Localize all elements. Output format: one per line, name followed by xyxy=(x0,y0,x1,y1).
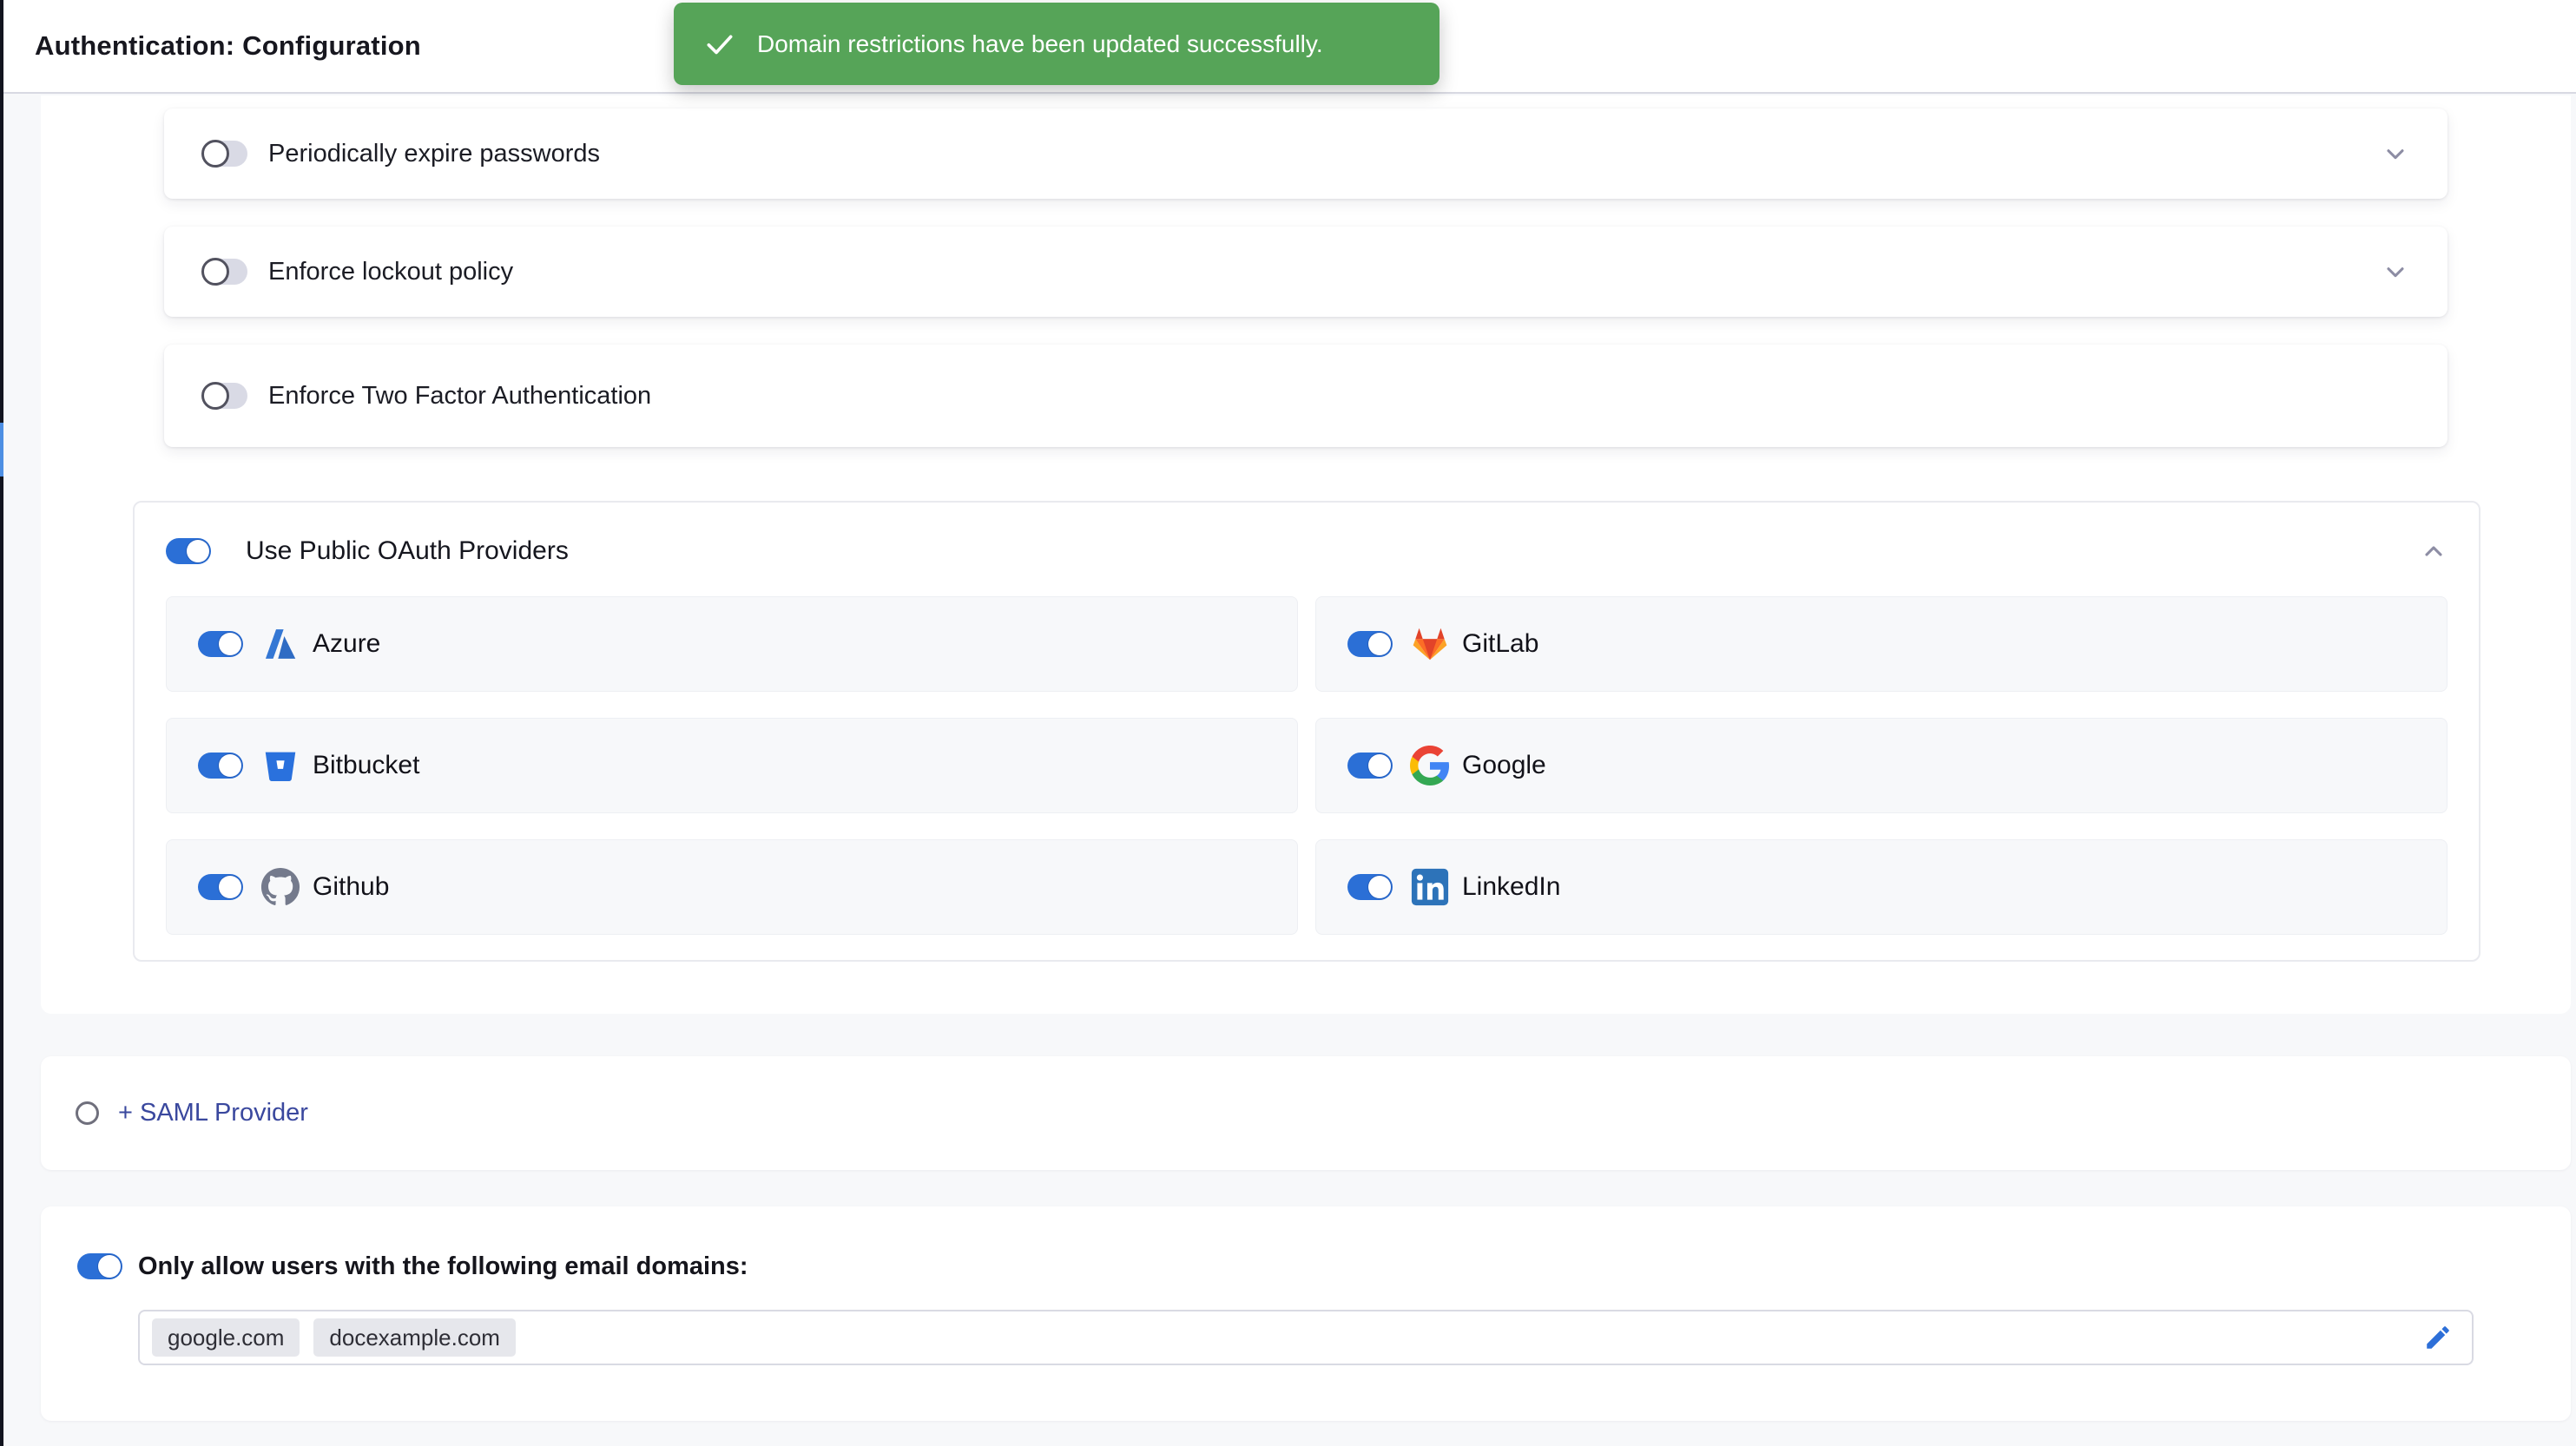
email-domains-label: Only allow users with the following emai… xyxy=(138,1252,748,1281)
chevron-down-icon[interactable] xyxy=(2382,258,2409,286)
toggle-knob xyxy=(219,633,241,655)
provider-name: LinkedIn xyxy=(1462,872,1560,902)
toast-message: Domain restrictions have been updated su… xyxy=(757,30,1323,58)
toggle-knob xyxy=(98,1255,121,1278)
chevron-down-icon[interactable] xyxy=(2382,140,2409,168)
provider-name: Azure xyxy=(313,629,380,659)
oauth-providers-grid: Azure GitLab Bitbucket Google Github Lin… xyxy=(166,596,2448,935)
add-saml-provider-link[interactable]: + SAML Provider xyxy=(118,1099,308,1127)
toggle-knob xyxy=(1368,633,1391,655)
toggle-knob xyxy=(201,258,229,286)
enforce-two-factor-authentication-toggle[interactable] xyxy=(202,383,247,409)
provider-name: Bitbucket xyxy=(313,751,419,780)
auth-settings-panel: Periodically expire passwords Enforce lo… xyxy=(41,95,2571,1014)
linkedin-toggle[interactable] xyxy=(1347,874,1393,900)
policy-card-enforce-lockout-policy: Enforce lockout policy xyxy=(164,227,2448,317)
periodically-expire-passwords-toggle[interactable] xyxy=(202,141,247,167)
enforce-lockout-policy-toggle[interactable] xyxy=(202,259,247,285)
azure-icon xyxy=(260,624,300,664)
linkedin-icon xyxy=(1410,867,1450,907)
toggle-knob xyxy=(201,140,229,168)
toggle-knob xyxy=(1368,754,1391,777)
authentication-configuration-page: Authentication: Configuration Domain res… xyxy=(0,0,2576,1446)
toggle-knob xyxy=(201,382,229,410)
oauth-providers-section: Use Public OAuth Providers Azure GitLab … xyxy=(133,501,2480,962)
provider-name: GitLab xyxy=(1462,629,1538,659)
domain-tag: docexample.com xyxy=(313,1318,516,1357)
toggle-knob xyxy=(219,876,241,898)
provider-row-azure: Azure xyxy=(166,596,1298,692)
provider-row-gitlab: GitLab xyxy=(1315,596,2448,692)
oauth-section-label: Use Public OAuth Providers xyxy=(246,536,569,566)
policy-label: Enforce Two Factor Authentication xyxy=(268,382,651,411)
toggle-knob xyxy=(1368,876,1391,898)
provider-name: Github xyxy=(313,872,389,902)
provider-name: Google xyxy=(1462,751,1546,780)
toggle-knob xyxy=(219,754,241,777)
domain-tag-list: google.com docexample.com xyxy=(152,1318,530,1357)
success-toast: Domain restrictions have been updated su… xyxy=(674,3,1440,85)
domain-tag: google.com xyxy=(152,1318,300,1357)
provider-row-linkedin: LinkedIn xyxy=(1315,839,2448,935)
email-domains-toggle[interactable] xyxy=(77,1253,122,1279)
email-domains-header: Only allow users with the following emai… xyxy=(77,1253,748,1279)
policy-card-enforce-two-factor-authentication: Enforce Two Factor Authentication xyxy=(164,345,2448,447)
google-icon xyxy=(1410,746,1450,785)
pencil-icon[interactable] xyxy=(2423,1323,2453,1352)
provider-row-google: Google xyxy=(1315,718,2448,813)
left-edge-active-indicator xyxy=(0,423,3,477)
provider-row-github: Github xyxy=(166,839,1298,935)
toggle-knob xyxy=(187,540,209,562)
saml-radio[interactable] xyxy=(76,1101,99,1125)
saml-provider-card: + SAML Provider xyxy=(41,1056,2571,1170)
policy-label: Enforce lockout policy xyxy=(268,258,513,286)
email-domains-card: Only allow users with the following emai… xyxy=(41,1206,2571,1421)
gitlab-icon xyxy=(1410,624,1450,664)
policy-card-periodically-expire-passwords: Periodically expire passwords xyxy=(164,108,2448,199)
oauth-section-header: Use Public OAuth Providers xyxy=(166,536,2448,567)
check-icon xyxy=(703,28,736,61)
google-toggle[interactable] xyxy=(1347,753,1393,779)
page-title: Authentication: Configuration xyxy=(35,30,421,62)
provider-row-bitbucket: Bitbucket xyxy=(166,718,1298,813)
gitlab-toggle[interactable] xyxy=(1347,631,1393,657)
policy-label: Periodically expire passwords xyxy=(268,140,600,168)
bitbucket-toggle[interactable] xyxy=(198,753,243,779)
bitbucket-icon xyxy=(260,746,300,785)
github-toggle[interactable] xyxy=(198,874,243,900)
use-public-oauth-toggle[interactable] xyxy=(166,538,211,564)
email-domains-input[interactable]: google.com docexample.com xyxy=(138,1310,2474,1365)
azure-toggle[interactable] xyxy=(198,631,243,657)
left-edge-sidebar-sliver xyxy=(0,0,3,1446)
chevron-up-icon[interactable] xyxy=(2420,537,2448,565)
github-icon xyxy=(260,867,300,907)
